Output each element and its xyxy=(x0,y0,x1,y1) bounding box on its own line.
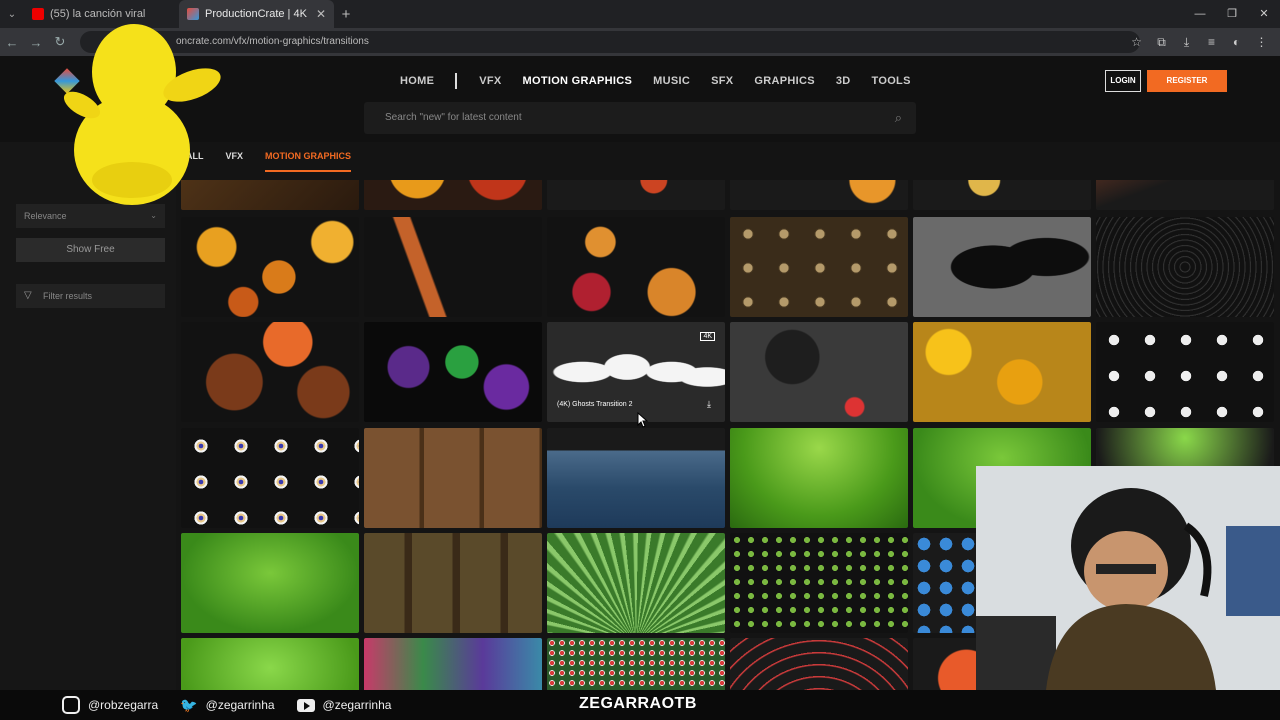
asset-thumbnail[interactable] xyxy=(364,638,542,690)
asset-thumbnail[interactable] xyxy=(364,428,542,528)
instagram-handle: @robzegarra xyxy=(88,698,159,712)
channel-name: ZEGARRAOTB xyxy=(579,695,697,712)
asset-thumbnail[interactable] xyxy=(1096,322,1274,422)
close-window-icon[interactable]: ✕ xyxy=(1248,0,1280,28)
nav-music[interactable]: MUSIC xyxy=(653,75,690,87)
extensions-icon[interactable]: ⧉ xyxy=(1149,35,1174,50)
social-links: @robzegarra 🐦 @zegarrinha @zegarrinha xyxy=(62,696,413,714)
search-input[interactable]: Search "new" for latest content ⌕ xyxy=(364,102,916,134)
asset-thumbnail[interactable] xyxy=(730,533,908,633)
filter-input[interactable]: ▽ Filter results xyxy=(16,284,165,308)
nav-home[interactable]: HOME xyxy=(400,75,434,87)
asset-thumbnail[interactable] xyxy=(913,180,1091,210)
nav-divider xyxy=(455,73,458,89)
show-free-button[interactable]: Show Free xyxy=(16,238,165,262)
youtube-handle: @zegarrinha xyxy=(322,698,392,712)
screen: ⌄ (55) la canción viral ProductionCrate … xyxy=(0,0,1280,720)
asset-thumbnail[interactable] xyxy=(364,533,542,633)
asset-thumbnail[interactable] xyxy=(913,322,1091,422)
asset-thumbnail[interactable] xyxy=(547,217,725,317)
download-icon[interactable]: ⤓ xyxy=(707,399,711,410)
instagram-icon xyxy=(62,696,80,714)
cursor-icon xyxy=(637,412,649,428)
asset-thumbnail[interactable] xyxy=(730,217,908,317)
youtube-icon xyxy=(296,698,315,712)
sort-value: Relevance xyxy=(24,211,67,221)
tab-vfx[interactable]: VFX xyxy=(226,151,244,172)
asset-thumbnail[interactable] xyxy=(730,180,908,210)
asset-thumbnail[interactable] xyxy=(364,322,542,422)
nav-tools[interactable]: TOOLS xyxy=(872,75,911,87)
hover-asset-tile[interactable]: 4K (4K) Ghosts Transition 2 ⤓ xyxy=(547,322,725,422)
new-tab-button[interactable]: + xyxy=(334,6,358,23)
asset-thumbnail[interactable] xyxy=(1096,217,1274,317)
download-icon[interactable]: ⤓ xyxy=(1174,35,1199,50)
browser-extensions: ☆ ⧉ ⤓ ≡ ◐ ⋮ xyxy=(1124,28,1274,56)
4k-badge: 4K xyxy=(700,332,715,341)
nav-motion-graphics[interactable]: MOTION GRAPHICS xyxy=(523,75,633,87)
asset-thumbnail[interactable] xyxy=(181,533,359,633)
youtube-icon xyxy=(32,8,44,20)
bookmark-star-icon[interactable]: ☆ xyxy=(1124,35,1149,49)
nav-graphics[interactable]: GRAPHICS xyxy=(754,75,814,87)
asset-thumbnail[interactable] xyxy=(181,322,359,422)
asset-thumbnail[interactable] xyxy=(730,428,908,528)
twitter-handle: @zegarrinha xyxy=(205,698,275,712)
profile-avatar[interactable]: ◐ xyxy=(1224,35,1249,49)
media-icon[interactable]: ≡ xyxy=(1199,35,1224,49)
webcam-overlay xyxy=(976,466,1280,690)
asset-thumbnail[interactable] xyxy=(547,638,725,690)
asset-thumbnail[interactable] xyxy=(181,638,359,690)
asset-thumbnail[interactable] xyxy=(730,638,908,690)
minimize-icon[interactable]: — xyxy=(1184,0,1216,28)
asset-title: (4K) Ghosts Transition 2 xyxy=(557,401,633,408)
duck-sticker-image xyxy=(63,24,221,205)
menu-icon[interactable]: ⋮ xyxy=(1249,35,1274,49)
streamer-camera-image xyxy=(976,466,1280,690)
nav-3d[interactable]: 3D xyxy=(836,75,851,87)
asset-thumbnail[interactable] xyxy=(547,428,725,528)
asset-thumbnail[interactable] xyxy=(547,180,725,210)
tab-motion-graphics[interactable]: MOTION GRAPHICS xyxy=(265,151,352,172)
filter-sidebar: Relevance ⌄ Show Free ▽ Filter results xyxy=(0,142,176,690)
twitter-icon: 🐦 xyxy=(180,696,198,713)
register-button[interactable]: REGISTER xyxy=(1147,70,1227,92)
address-bar[interactable]: oncrate.com/vfx/motion-graphics/transiti… xyxy=(80,31,1140,53)
asset-thumbnail[interactable] xyxy=(181,217,359,317)
close-icon[interactable]: ✕ xyxy=(316,7,326,21)
tab-search-icon[interactable]: ⌄ xyxy=(0,0,24,28)
asset-thumbnail[interactable] xyxy=(730,322,908,422)
search-icon[interactable]: ⌕ xyxy=(895,102,902,134)
asset-thumbnail[interactable] xyxy=(547,533,725,633)
nav-vfx[interactable]: VFX xyxy=(479,75,501,87)
filter-placeholder: Filter results xyxy=(43,291,93,301)
asset-thumbnail[interactable] xyxy=(364,217,542,317)
window-controls: — ❐ ✕ xyxy=(1184,0,1280,28)
asset-thumbnail[interactable] xyxy=(1096,180,1274,210)
restore-icon[interactable]: ❐ xyxy=(1216,0,1248,28)
back-icon[interactable]: ← xyxy=(0,35,24,50)
login-button[interactable]: LOGIN xyxy=(1105,70,1141,92)
asset-thumbnail[interactable] xyxy=(181,428,359,528)
filter-icon: ▽ xyxy=(24,290,32,301)
search-placeholder: Search "new" for latest content xyxy=(385,112,522,123)
forward-icon[interactable]: → xyxy=(24,35,48,50)
asset-thumbnail[interactable] xyxy=(913,217,1091,317)
main-nav: HOME VFX MOTION GRAPHICS MUSIC SFX GRAPH… xyxy=(400,73,932,89)
asset-thumbnail[interactable] xyxy=(364,180,542,210)
nav-sfx[interactable]: SFX xyxy=(711,75,733,87)
